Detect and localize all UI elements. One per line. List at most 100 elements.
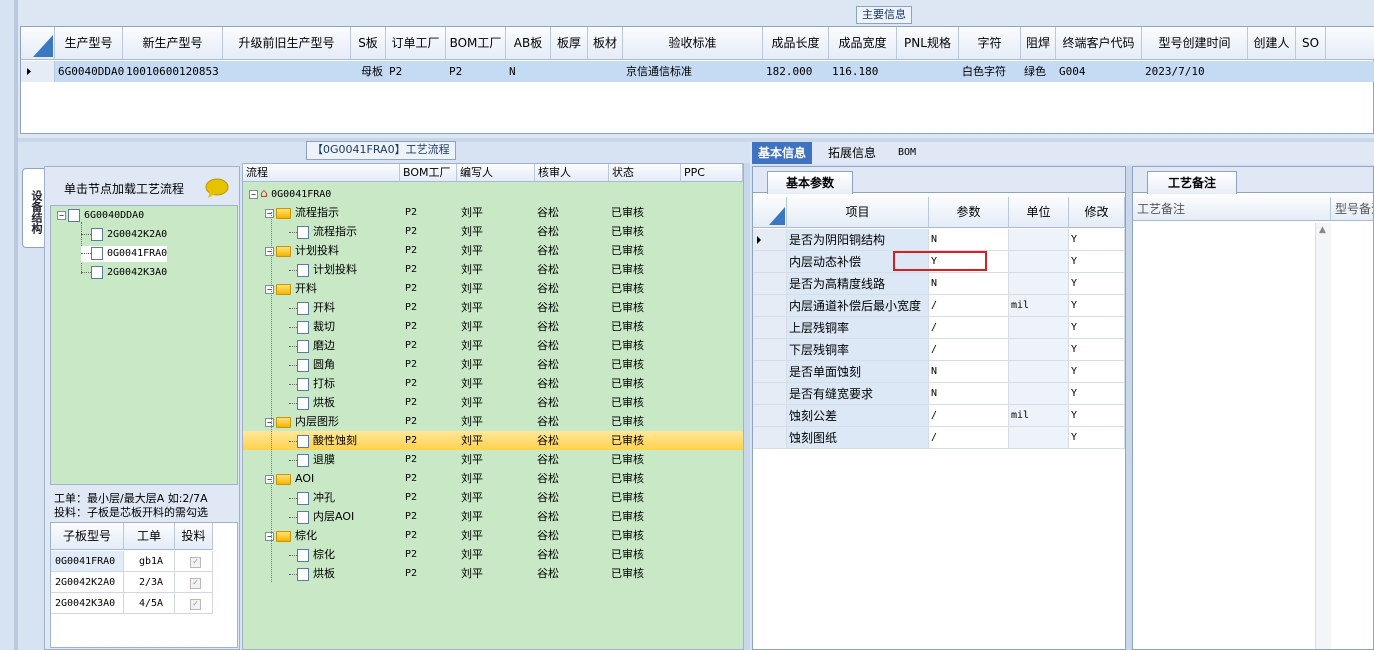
tab-extended-info[interactable]: 拓展信息 <box>822 142 882 164</box>
col-header[interactable]: PNL规格 <box>897 27 959 60</box>
param-edit[interactable]: Y <box>1069 273 1125 295</box>
tree-child-node[interactable]: 2G0042K3A0 <box>81 265 167 281</box>
collapse-icon[interactable]: − <box>249 189 258 199</box>
flow-step-row[interactable]: 棕化 P2 刘平 谷松 已审核 <box>243 545 743 564</box>
checkbox[interactable]: ✓ <box>190 599 201 610</box>
cell-bom-factory[interactable]: P2 <box>446 61 506 82</box>
param-row[interactable]: 是否单面蚀刻 N Y <box>753 361 1125 383</box>
col-header[interactable]: PPC <box>681 164 743 182</box>
col-header[interactable]: 工艺备注 <box>1133 197 1331 221</box>
param-row[interactable]: 是否有缝宽要求 N Y <box>753 383 1125 405</box>
col-header[interactable]: 终端客户代码 <box>1056 27 1142 60</box>
tree-child-node-selected[interactable]: 0G0041FRA0 <box>81 246 168 262</box>
cell-order-factory[interactable]: P2 <box>386 61 446 82</box>
param-edit[interactable]: Y <box>1069 317 1125 339</box>
cell-acceptance[interactable]: 京信通信标准 <box>623 61 763 82</box>
flow-step-row[interactable]: 烘板 P2 刘平 谷松 已审核 <box>243 564 743 583</box>
param-value[interactable]: / <box>929 427 1009 449</box>
flow-step-row[interactable]: 冲孔 P2 刘平 谷松 已审核 <box>243 488 743 507</box>
cell-material[interactable] <box>588 61 623 82</box>
sub-row-feed[interactable]: ✓ <box>175 593 213 614</box>
sub-row-feed[interactable]: ✓ <box>175 551 213 572</box>
param-edit[interactable]: Y <box>1069 405 1125 427</box>
col-header[interactable]: 验收标准 <box>623 27 763 60</box>
param-value[interactable]: / <box>929 295 1009 317</box>
param-row[interactable]: 内层通道补偿后最小宽度 / mil Y <box>753 295 1125 317</box>
cell-old-model[interactable] <box>223 61 351 82</box>
param-unit[interactable]: mil <box>1009 295 1069 317</box>
cell-prod-model[interactable]: 6G0040DDA0 <box>55 61 124 82</box>
col-header[interactable]: 成品长度 <box>763 27 829 60</box>
param-value[interactable]: / <box>929 317 1009 339</box>
param-value[interactable]: N <box>929 229 1009 251</box>
col-header[interactable]: 项目 <box>787 197 929 228</box>
flow-step-row[interactable]: − 内层图形 P2 刘平 谷松 已审核 <box>243 412 743 431</box>
col-header[interactable]: 生产型号 <box>55 27 123 60</box>
param-unit[interactable]: mil <box>1009 405 1069 427</box>
flow-step-row[interactable]: 打标 P2 刘平 谷松 已审核 <box>243 374 743 393</box>
col-header[interactable]: AB板 <box>506 27 551 60</box>
tab-process-remarks[interactable]: 工艺备注 <box>1147 171 1237 194</box>
cell-length[interactable]: 182.000 <box>763 61 829 82</box>
param-value[interactable]: / <box>929 405 1009 427</box>
col-header[interactable]: 投料 <box>175 523 213 550</box>
checkbox[interactable]: ✓ <box>190 557 201 568</box>
param-unit[interactable] <box>1009 229 1069 251</box>
param-unit[interactable] <box>1009 361 1069 383</box>
cell-ab-board[interactable]: N <box>506 61 551 82</box>
param-row[interactable]: 下层残铜率 / Y <box>753 339 1125 361</box>
flow-step-row[interactable]: − 流程指示 P2 刘平 谷松 已审核 <box>243 203 743 222</box>
col-header[interactable]: 单位 <box>1009 197 1069 228</box>
col-header[interactable]: 型号备注 <box>1331 197 1373 221</box>
device-structure-tab[interactable]: 设备结构 <box>22 168 44 248</box>
col-header[interactable]: 阻焊 <box>1021 27 1056 60</box>
flow-step-row[interactable]: 开料 P2 刘平 谷松 已审核 <box>243 298 743 317</box>
param-edit[interactable]: Y <box>1069 295 1125 317</box>
tab-basic-info[interactable]: 基本信息 <box>752 142 813 164</box>
cell-customer[interactable]: G004 <box>1056 61 1142 82</box>
cell-char[interactable]: 白色字符 <box>959 61 1021 82</box>
col-header[interactable]: 核审人 <box>535 164 609 182</box>
col-header[interactable]: 型号创建时间 <box>1142 27 1248 60</box>
param-edit[interactable]: Y <box>1069 427 1125 449</box>
collapse-icon[interactable]: − <box>265 474 274 484</box>
col-header[interactable]: S板 <box>351 27 386 60</box>
param-row[interactable]: 是否为高精度线路 N Y <box>753 273 1125 295</box>
cell-new-prod-model[interactable]: 10010600120853 <box>123 61 223 82</box>
param-unit[interactable] <box>1009 427 1069 449</box>
flow-root-row[interactable]: − ⌂ 0G0041FRA0 <box>243 184 743 203</box>
flow-step-row[interactable]: 流程指示 P2 刘平 谷松 已审核 <box>243 222 743 241</box>
param-edit[interactable]: Y <box>1069 383 1125 405</box>
cell-solder[interactable]: 绿色 <box>1021 61 1056 82</box>
param-unit[interactable] <box>1009 273 1069 295</box>
flow-step-row[interactable]: 计划投料 P2 刘平 谷松 已审核 <box>243 260 743 279</box>
col-header[interactable]: 子板型号 <box>51 523 124 550</box>
scroll-up-icon[interactable]: ▲ <box>1319 225 1326 235</box>
col-header[interactable]: 订单工厂 <box>386 27 446 60</box>
checkbox[interactable]: ✓ <box>190 578 201 589</box>
sub-row-model[interactable]: 2G0042K2A0 <box>51 572 124 593</box>
param-value[interactable]: N <box>929 273 1009 295</box>
sub-row-order[interactable]: gb1A <box>124 551 175 572</box>
sub-row-model[interactable]: 0G0041FRA0 <box>51 551 124 572</box>
sub-row-order[interactable]: 2/3A <box>124 572 175 593</box>
col-header[interactable]: BOM工厂 <box>400 164 457 182</box>
cell-created[interactable]: 2023/7/10 <box>1142 61 1248 82</box>
flow-step-row[interactable]: 内层AOI P2 刘平 谷松 已审核 <box>243 507 743 526</box>
sub-row-model[interactable]: 2G0042K3A0 <box>51 593 124 614</box>
tree-root-node[interactable]: −6G0040DDA0 <box>57 208 144 224</box>
collapse-icon[interactable]: − <box>265 284 274 294</box>
param-edit[interactable]: Y <box>1069 361 1125 383</box>
param-row[interactable]: 蚀刻公差 / mil Y <box>753 405 1125 427</box>
collapse-icon[interactable]: − <box>265 417 274 427</box>
col-header[interactable]: 板厚 <box>551 27 588 60</box>
param-row[interactable]: 是否为阴阳铜结构 N Y <box>753 229 1125 251</box>
col-header[interactable]: 流程 <box>243 164 400 182</box>
col-header[interactable]: BOM工厂 <box>446 27 506 60</box>
collapse-icon[interactable]: − <box>265 531 274 541</box>
param-edit[interactable]: Y <box>1069 339 1125 361</box>
param-unit[interactable] <box>1009 339 1069 361</box>
v-splitter[interactable] <box>744 163 750 650</box>
col-header[interactable]: 参数 <box>929 197 1009 228</box>
col-header[interactable]: 字符 <box>959 27 1021 60</box>
